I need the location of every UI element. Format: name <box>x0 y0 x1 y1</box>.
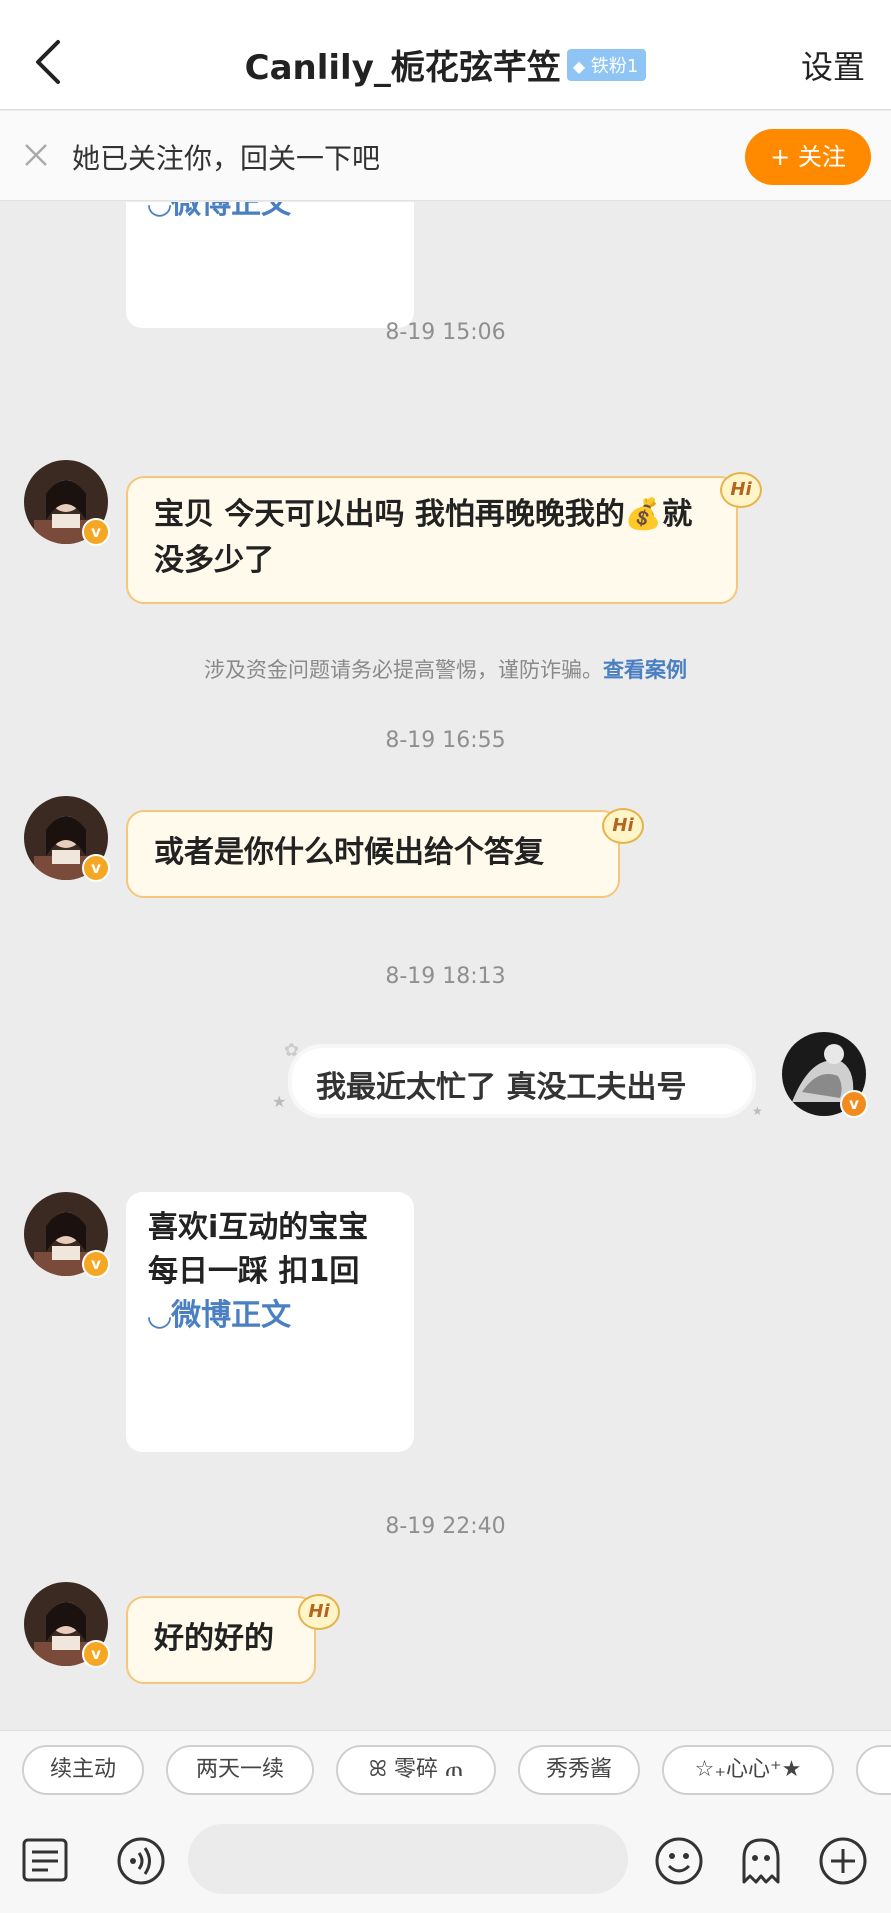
verified-badge: v <box>82 518 110 546</box>
post-card-link[interactable]: ◡微博正文 <box>148 202 291 226</box>
quick-reply-chip[interactable]: ☆₊心心⁺★ <box>662 1745 834 1795</box>
verified-badge: v <box>82 1640 110 1668</box>
timestamp: 8-19 18:13 <box>385 964 506 989</box>
fan-badge-label: 铁粉1 <box>590 55 639 77</box>
avatar[interactable]: v <box>24 1192 110 1278</box>
follow-back-bar: 她已关注你，回关一下吧 + 关注 <box>0 111 891 201</box>
chat-area[interactable]: ◡微博正文 8-19 15:06 v 宝贝 今天可以出吗 我怕再晚晚我的💰就没多… <box>0 202 891 1730</box>
incoming-message-bubble[interactable]: 或者是你什么时候出给个答复 <box>126 810 620 898</box>
follow-back-text: 她已关注你，回关一下吧 <box>72 142 381 175</box>
my-avatar[interactable]: v <box>782 1032 868 1118</box>
emoji-icon[interactable] <box>652 1834 706 1888</box>
quick-reply-chip-partial[interactable] <box>856 1745 891 1795</box>
message-text: 或者是你什么时候出给个答复 <box>154 835 544 870</box>
timestamp: 8-19 22:40 <box>385 1514 506 1539</box>
avatar[interactable]: v <box>24 1582 110 1668</box>
chat-title: Canlily_栀花弦芊笠 ◆ 铁粉1 <box>0 40 891 89</box>
message-text: 好的好的 <box>154 1621 274 1656</box>
hi-sticker-icon: Hi <box>602 808 644 844</box>
hi-sticker-icon: Hi <box>298 1594 340 1630</box>
hi-sticker-icon: Hi <box>720 472 762 508</box>
settings-button[interactable]: 设置 <box>801 42 865 88</box>
post-card[interactable]: 喜欢i互动的宝宝 每日一踩 扣1回 ◡微博正文 <box>126 1192 414 1452</box>
ghost-icon[interactable] <box>734 1834 788 1888</box>
follow-button[interactable]: + 关注 <box>745 129 871 185</box>
incoming-message-bubble[interactable]: 好的好的 <box>126 1596 316 1684</box>
post-card-line: 喜欢i互动的宝宝 <box>148 1210 369 1245</box>
close-icon[interactable] <box>22 141 50 169</box>
post-card-link[interactable]: ◡微博正文 <box>148 1294 392 1338</box>
post-card-line: 每日一踩 扣1回 <box>148 1254 360 1289</box>
avatar[interactable]: v <box>24 796 110 882</box>
view-cases-link[interactable]: 查看案例 <box>603 658 687 682</box>
post-card-partial[interactable]: ◡微博正文 <box>126 202 414 328</box>
quick-reply-chip[interactable]: ꕤ 零碎 ጠ <box>336 1745 496 1795</box>
quick-reply-chip[interactable]: 续主动 <box>22 1745 144 1795</box>
star-decoration-icon: ★ <box>272 1092 287 1111</box>
voice-icon[interactable] <box>114 1834 168 1888</box>
verified-badge: v <box>82 854 110 882</box>
star-decoration-icon: ★ <box>752 1104 763 1118</box>
chat-user-name: Canlily_栀花弦芊笠 <box>244 48 561 88</box>
message-text: 宝贝 今天可以出吗 我怕再晚晚我的💰就没多少了 <box>154 497 693 578</box>
avatar[interactable]: v <box>24 460 110 546</box>
top-nav-bar: Canlily_栀花弦芊笠 ◆ 铁粉1 设置 <box>0 0 891 110</box>
diamond-icon: ◆ <box>572 56 586 76</box>
list-icon[interactable] <box>18 1834 72 1888</box>
fraud-warning-notice: 涉及资金问题请务必提高警惕，谨防诈骗。查看案例 <box>0 654 891 684</box>
incoming-message-bubble[interactable]: 宝贝 今天可以出吗 我怕再晚晚我的💰就没多少了 <box>126 476 738 604</box>
message-input[interactable] <box>188 1824 628 1894</box>
outgoing-message-bubble[interactable]: 我最近太忙了 真没工夫出号 <box>292 1048 752 1114</box>
timestamp: 8-19 15:06 <box>385 320 506 345</box>
verified-badge: v <box>840 1090 868 1118</box>
quick-reply-chip[interactable]: 秀秀酱 <box>518 1745 640 1795</box>
fraud-warning-text: 涉及资金问题请务必提高警惕，谨防诈骗。 <box>204 658 603 682</box>
verified-badge: v <box>82 1250 110 1278</box>
plus-icon[interactable] <box>816 1834 870 1888</box>
quick-reply-chip[interactable]: 两天一续 <box>166 1745 314 1795</box>
paw-decoration-icon: ✿ <box>284 1040 300 1061</box>
message-input-bar <box>0 1812 891 1913</box>
timestamp: 8-19 16:55 <box>385 728 506 753</box>
fan-badge: ◆ 铁粉1 <box>566 48 647 81</box>
quick-reply-bar: 续主动 两天一续 ꕤ 零碎 ጠ 秀秀酱 ☆₊心心⁺★ <box>0 1730 891 1812</box>
message-text: 我最近太忙了 真没工夫出号 <box>316 1070 687 1105</box>
